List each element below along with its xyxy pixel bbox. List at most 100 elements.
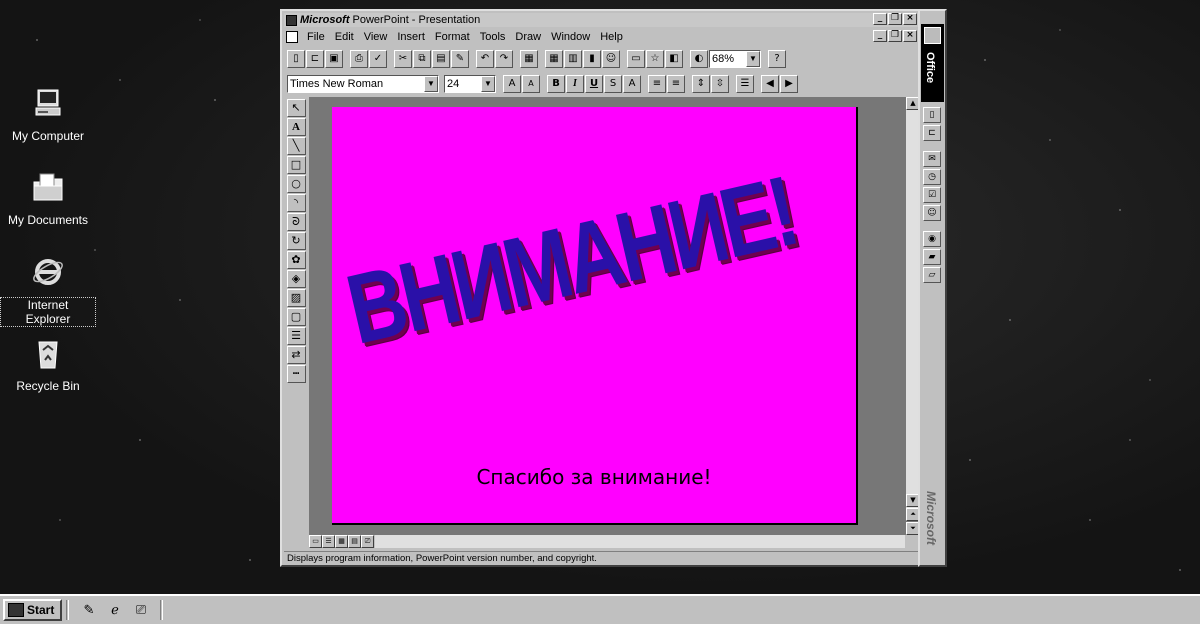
doc-minimize-button[interactable]: _ <box>873 30 887 42</box>
arrowheads-icon[interactable]: ⇄ <box>286 346 306 364</box>
slide-subtitle[interactable]: Спасибо за внимание! <box>332 465 856 489</box>
new-office-document-icon[interactable]: ▯ <box>923 107 941 123</box>
rectangle-tool-icon[interactable]: □ <box>286 156 306 174</box>
autoshapes-icon[interactable]: ✿ <box>286 251 306 269</box>
increase-spacing-icon[interactable]: ⇕ <box>692 75 710 93</box>
minimize-button[interactable]: _ <box>873 13 887 25</box>
insert-clipart-icon[interactable]: ☺ <box>602 50 620 68</box>
italic-icon[interactable]: I <box>566 75 584 93</box>
make-appointment-icon[interactable]: ◷ <box>923 169 941 185</box>
help-pointer-icon[interactable]: ? <box>768 50 786 68</box>
bullets-icon[interactable]: ☰ <box>736 75 754 93</box>
menu-insert[interactable]: Insert <box>392 31 430 43</box>
new-icon[interactable]: ▯ <box>287 50 305 68</box>
zoom-select[interactable]: 68% ▼ <box>709 50 761 68</box>
add-task-icon[interactable]: ☑ <box>923 187 941 203</box>
menu-draw[interactable]: Draw <box>510 31 546 43</box>
redo-icon[interactable]: ↷ <box>495 50 513 68</box>
getting-results-book-icon[interactable]: ▱ <box>923 267 941 283</box>
print-icon[interactable]: ⎙ <box>350 50 368 68</box>
align-center-icon[interactable]: ≡ <box>667 75 685 93</box>
decrease-spacing-icon[interactable]: ⇳ <box>711 75 729 93</box>
arc-tool-icon[interactable]: ◝ <box>286 194 306 212</box>
format-painter-icon[interactable]: ✎ <box>451 50 469 68</box>
menu-window[interactable]: Window <box>546 31 595 43</box>
menu-file[interactable]: File <box>302 31 330 43</box>
start-button[interactable]: Start <box>3 599 62 621</box>
close-button[interactable]: × <box>903 13 917 25</box>
desktop-icon-my-computer[interactable]: My Computer <box>0 86 96 143</box>
insert-table-icon[interactable]: ▦ <box>545 50 563 68</box>
insert-chart-icon[interactable]: ▮ <box>583 50 601 68</box>
line-style-icon[interactable]: ☰ <box>286 327 306 345</box>
desktop-icon-my-documents[interactable]: My Documents <box>0 170 96 227</box>
dashed-lines-icon[interactable]: ┅ <box>286 365 306 383</box>
office-bar-header[interactable]: Office <box>921 24 944 102</box>
menu-view[interactable]: View <box>359 31 393 43</box>
doc-restore-button[interactable]: ❐ <box>888 30 902 42</box>
apply-design-icon[interactable]: ◧ <box>665 50 683 68</box>
slide-view-icon[interactable]: ▭ <box>309 535 322 548</box>
line-on-off-icon[interactable]: ▨ <box>286 289 306 307</box>
view-channels-icon[interactable]: ⎚ <box>132 601 150 619</box>
increase-font-icon[interactable]: A <box>503 75 521 93</box>
create-note-icon[interactable]: ▰ <box>923 249 941 265</box>
slide-show-icon[interactable]: ⎚ <box>361 535 374 548</box>
open-icon[interactable]: ⊏ <box>306 50 324 68</box>
chevron-down-icon[interactable]: ▼ <box>481 76 495 92</box>
new-slide-icon[interactable]: ▭ <box>627 50 645 68</box>
open-office-document-icon[interactable]: ⊏ <box>923 125 941 141</box>
notes-view-icon[interactable]: ▤ <box>348 535 361 548</box>
title-bar[interactable]: Microsoft PowerPoint - Presentation _ ❐ … <box>284 13 919 27</box>
doc-close-button[interactable]: × <box>903 30 917 42</box>
decrease-font-icon[interactable]: A <box>522 75 540 93</box>
slide-headline-wordart[interactable]: ВНИМАНИЕ! <box>337 154 811 368</box>
chevron-down-icon[interactable]: ▼ <box>746 51 760 67</box>
black-white-view-icon[interactable]: ◐ <box>690 50 708 68</box>
shadow-on-off-icon[interactable]: ▢ <box>286 308 306 326</box>
text-color-icon[interactable]: A <box>623 75 641 93</box>
spelling-icon[interactable]: ✓ <box>369 50 387 68</box>
send-message-icon[interactable]: ✉ <box>923 151 941 167</box>
line-tool-icon[interactable]: ╲ <box>286 137 306 155</box>
record-journal-icon[interactable]: ◉ <box>923 231 941 247</box>
outline-view-icon[interactable]: ☰ <box>322 535 335 548</box>
free-rotate-icon[interactable]: ↻ <box>286 232 306 250</box>
text-tool-icon[interactable]: A <box>286 118 306 136</box>
align-left-icon[interactable]: ≡ <box>648 75 666 93</box>
slide-sorter-icon[interactable]: ▦ <box>335 535 348 548</box>
restore-button[interactable]: ❐ <box>888 13 902 25</box>
slide-layout-icon[interactable]: ☆ <box>646 50 664 68</box>
internet-explorer-icon[interactable]: ℯ <box>106 601 124 619</box>
menu-edit[interactable]: Edit <box>330 31 359 43</box>
paste-icon[interactable]: ▤ <box>432 50 450 68</box>
horizontal-scrollbar[interactable] <box>375 535 905 548</box>
freeform-tool-icon[interactable]: ᘐ <box>286 213 306 231</box>
promote-icon[interactable]: ◀ <box>761 75 779 93</box>
font-size-select[interactable]: 24 ▼ <box>444 75 496 93</box>
menu-help[interactable]: Help <box>595 31 628 43</box>
slide[interactable]: ВНИМАНИЕ! Спасибо за внимание! <box>332 107 858 525</box>
shadow-icon[interactable]: S <box>604 75 622 93</box>
powerpoint-app-icon[interactable] <box>286 14 297 26</box>
underline-icon[interactable]: U <box>585 75 603 93</box>
document-control-icon[interactable] <box>286 31 298 43</box>
bold-icon[interactable]: B <box>547 75 565 93</box>
copy-icon[interactable]: ⧉ <box>413 50 431 68</box>
undo-icon[interactable]: ↶ <box>476 50 494 68</box>
insert-word-table-icon[interactable]: ▦ <box>520 50 538 68</box>
insert-excel-icon[interactable]: ▥ <box>564 50 582 68</box>
show-desktop-icon[interactable]: ✎ <box>80 601 98 619</box>
add-contact-icon[interactable]: ☺ <box>923 205 941 221</box>
desktop-icon-recycle-bin[interactable]: Recycle Bin <box>0 336 96 393</box>
save-icon[interactable]: ▣ <box>325 50 343 68</box>
chevron-down-icon[interactable]: ▼ <box>424 76 438 92</box>
font-name-select[interactable]: Times New Roman ▼ <box>287 75 439 93</box>
desktop-icon-internet-explorer[interactable]: Internet Explorer <box>0 254 96 327</box>
ellipse-tool-icon[interactable]: ○ <box>286 175 306 193</box>
fill-on-off-icon[interactable]: ◈ <box>286 270 306 288</box>
menu-tools[interactable]: Tools <box>475 31 511 43</box>
cut-icon[interactable]: ✂ <box>394 50 412 68</box>
menu-format[interactable]: Format <box>430 31 475 43</box>
demote-icon[interactable]: ▶ <box>780 75 798 93</box>
